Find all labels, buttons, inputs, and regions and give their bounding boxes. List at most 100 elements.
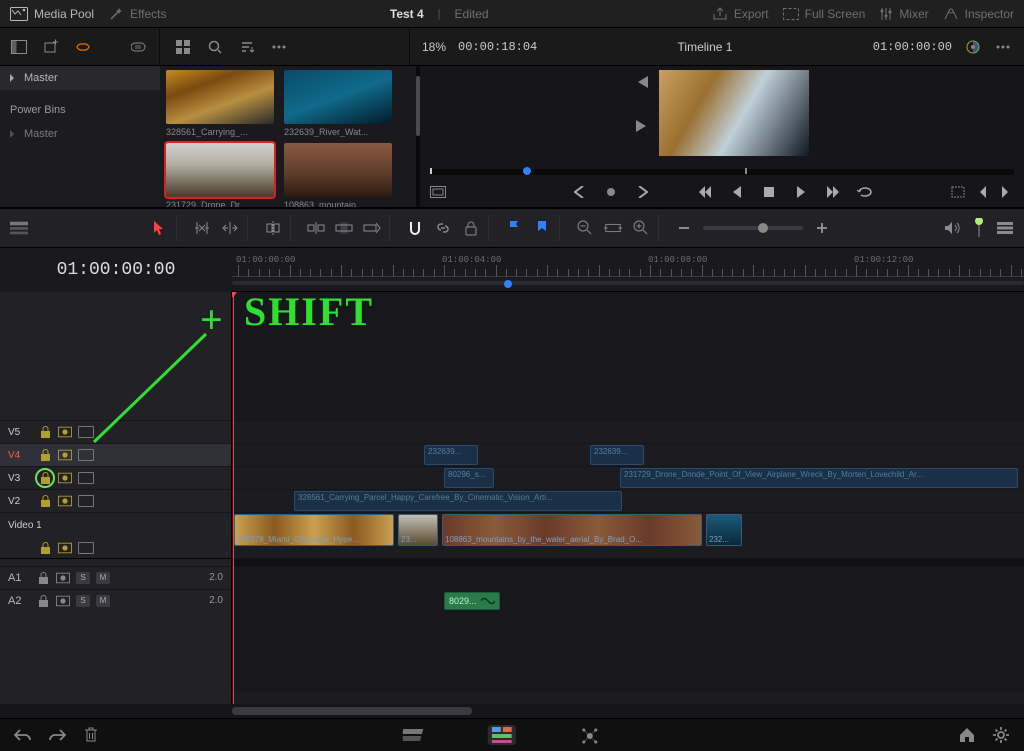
zoom-fit-button[interactable] [604, 219, 622, 237]
lock-icon[interactable] [38, 541, 52, 555]
jump-first-button[interactable] [635, 76, 651, 92]
import-media-button[interactable] [42, 38, 60, 56]
selection-tool[interactable] [150, 219, 168, 237]
snapping-button[interactable] [406, 219, 424, 237]
lock-position-button[interactable] [462, 219, 480, 237]
clip-thumbnail[interactable]: 232639_River_Wat... [284, 70, 392, 137]
go-start-button[interactable] [697, 184, 713, 200]
replace-button[interactable] [363, 219, 381, 237]
track-header-v1[interactable]: Video 1 [0, 512, 231, 537]
clip-view-button[interactable] [131, 38, 149, 56]
lock-icon[interactable] [38, 425, 52, 439]
auto-select-icon[interactable] [58, 541, 72, 555]
dim-button[interactable] [970, 219, 988, 237]
bin-master[interactable]: Master [0, 66, 160, 90]
timeline-clip[interactable]: 550578_Miami_Cityscape_Hype... [234, 514, 394, 546]
auto-select-icon[interactable] [58, 494, 72, 508]
track-header-v3[interactable]: V3 [0, 466, 231, 489]
marker-button[interactable] [603, 184, 619, 200]
lock-icon[interactable] [36, 594, 50, 608]
zoom-minus-button[interactable] [675, 219, 693, 237]
auto-select-icon[interactable] [58, 471, 72, 485]
safe-area-button[interactable] [430, 184, 446, 200]
mixer-button[interactable]: Mixer [879, 7, 928, 21]
timeline-scrollbar[interactable] [0, 704, 1024, 718]
cut-page-tab[interactable] [400, 725, 428, 745]
jump-last-button[interactable] [635, 120, 651, 136]
clips-scrollbar[interactable] [416, 66, 420, 207]
home-button[interactable] [958, 726, 976, 744]
next-edit-button[interactable] [635, 184, 651, 200]
fusion-page-tab[interactable] [576, 725, 604, 745]
timeline-clip[interactable]: 108863_mountains_by_the_water_aerial_By_… [442, 514, 702, 546]
track-header-v1-controls[interactable] [0, 537, 231, 558]
timeline-clip[interactable]: 231729_Drone_Dnnde_Point_Of_View_Airplan… [620, 468, 1018, 488]
play-reverse-button[interactable] [729, 184, 745, 200]
timeline-clip[interactable]: 232639... [424, 445, 478, 465]
auto-select-icon[interactable] [56, 594, 70, 608]
sort-button[interactable] [238, 38, 256, 56]
track-header-a2[interactable]: A2 S M 2.0 [0, 589, 231, 612]
sidebar-toggle-button[interactable] [10, 38, 28, 56]
timeline-tracks[interactable]: 232639... 232639... 80296_s... 231729_Dr… [232, 292, 1024, 704]
track-header-v2[interactable]: V2 [0, 489, 231, 512]
playhead[interactable] [233, 292, 234, 704]
timeline-view-options[interactable] [10, 219, 28, 237]
blade-tool[interactable] [264, 219, 282, 237]
settings-button[interactable] [992, 726, 1010, 744]
zoom-out-button[interactable] [576, 219, 594, 237]
overwrite-button[interactable] [335, 219, 353, 237]
track-enable-icon[interactable] [78, 542, 94, 554]
more-options-button[interactable] [270, 38, 288, 56]
lock-icon[interactable] [36, 571, 50, 585]
lock-icon[interactable] [38, 448, 52, 462]
clip-thumbnail[interactable]: 231729_Drone_Dr... [166, 143, 274, 207]
track-enable-icon[interactable] [78, 472, 94, 484]
clip-thumbnail[interactable]: 328561_Carrying_... [166, 70, 274, 137]
track-enable-icon[interactable] [78, 449, 94, 461]
sync-button[interactable] [74, 38, 92, 56]
mute-button[interactable]: M [96, 572, 110, 584]
media-pool-button[interactable]: Media Pool [10, 7, 94, 21]
play-button[interactable] [793, 184, 809, 200]
auto-select-icon[interactable] [56, 571, 70, 585]
marker-add-button[interactable] [533, 219, 551, 237]
insert-button[interactable] [307, 219, 325, 237]
link-button[interactable] [434, 219, 452, 237]
timeline-clip[interactable]: 328561_Carrying_Parcel_Happy_Carefree_By… [294, 491, 622, 511]
effects-button[interactable]: Effects [108, 6, 166, 22]
out-point-button[interactable] [998, 184, 1014, 200]
stop-button[interactable] [761, 184, 777, 200]
dynamic-trim-tool[interactable] [221, 219, 239, 237]
master-timecode[interactable]: 01:00:00:00 [0, 260, 232, 280]
trim-tool[interactable] [193, 219, 211, 237]
timeline-ruler[interactable]: 01:00:00:0001:00:04:0001:00:08:0001:00:1… [232, 248, 1024, 292]
thumbnail-view-button[interactable] [174, 38, 192, 56]
redo-button[interactable] [48, 726, 66, 744]
prev-edit-button[interactable] [571, 184, 587, 200]
loop-button[interactable] [857, 184, 873, 200]
viewer-scrubber[interactable] [430, 169, 1014, 175]
track-enable-icon[interactable] [78, 426, 94, 438]
timeline-audio-clip[interactable]: 8029... [444, 592, 500, 610]
mute-button[interactable] [944, 219, 962, 237]
track-header-a1[interactable]: A1 S M 2.0 [0, 566, 231, 589]
lock-icon[interactable] [38, 471, 52, 485]
zoom-in-button[interactable] [632, 219, 650, 237]
track-enable-icon[interactable] [78, 495, 94, 507]
timeline-clip[interactable]: 232639... [590, 445, 644, 465]
lock-icon[interactable] [38, 494, 52, 508]
zoom-plus-button[interactable] [813, 219, 831, 237]
inspector-button[interactable]: Inspector [943, 7, 1014, 21]
track-header-v4[interactable]: V4 [0, 443, 231, 466]
viewer-options-button[interactable] [994, 38, 1012, 56]
search-button[interactable] [206, 38, 224, 56]
edit-page-tab[interactable] [488, 725, 516, 745]
solo-button[interactable]: S [76, 595, 90, 607]
viewer-zoom-percent[interactable]: 18% [422, 40, 446, 54]
in-point-button[interactable] [974, 184, 990, 200]
clip-thumbnail[interactable]: 108863_mountain... [284, 143, 392, 207]
timeline-clip[interactable]: 232... [706, 514, 742, 546]
bypass-grades-button[interactable] [964, 38, 982, 56]
undo-button[interactable] [14, 726, 32, 744]
